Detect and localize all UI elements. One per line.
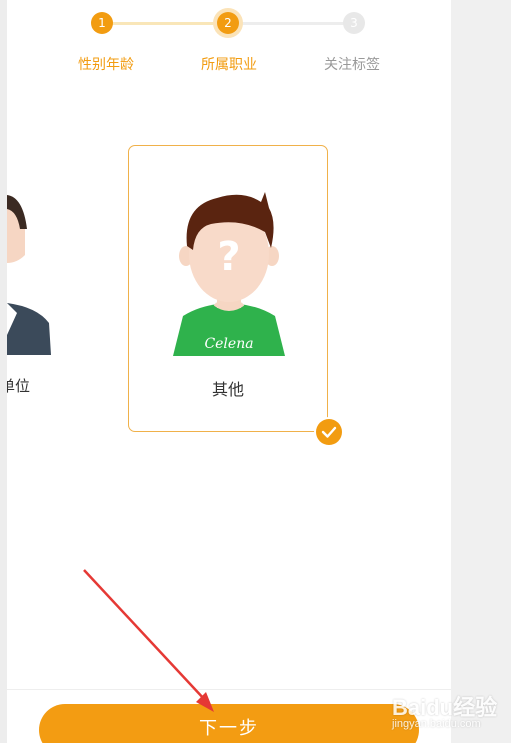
occupation-label-other: 其他 [211,380,244,399]
step-1-label: 性别年龄 [78,57,134,73]
next-step-button[interactable]: 下一步 [39,704,419,743]
step-3-label: 关注标签 [324,57,380,73]
selected-check-icon [316,419,342,445]
bottom-divider [7,689,451,690]
right-edge [451,0,511,743]
step-1-dot[interactable]: 1 [91,12,113,34]
left-edge [0,0,7,743]
occupation-card-other[interactable]: ? Celena 其他 [128,145,328,432]
step-2-label: 所属职业 [201,57,257,73]
question-mark-text: ? [217,234,240,280]
app-screen: 1 2 3 性别年龄 所属职业 关注标签 单位 ? Celena 其他 下一步 [7,0,451,743]
occupation-label-partial: 单位 [7,377,31,395]
other-avatar-icon: ? Celena [173,192,285,356]
shirt-text: Celena [204,336,253,352]
step-2-dot[interactable]: 2 [217,12,239,34]
watermark-url: jingyan.baidu.com [392,718,481,730]
step-3-dot[interactable]: 3 [343,12,365,34]
